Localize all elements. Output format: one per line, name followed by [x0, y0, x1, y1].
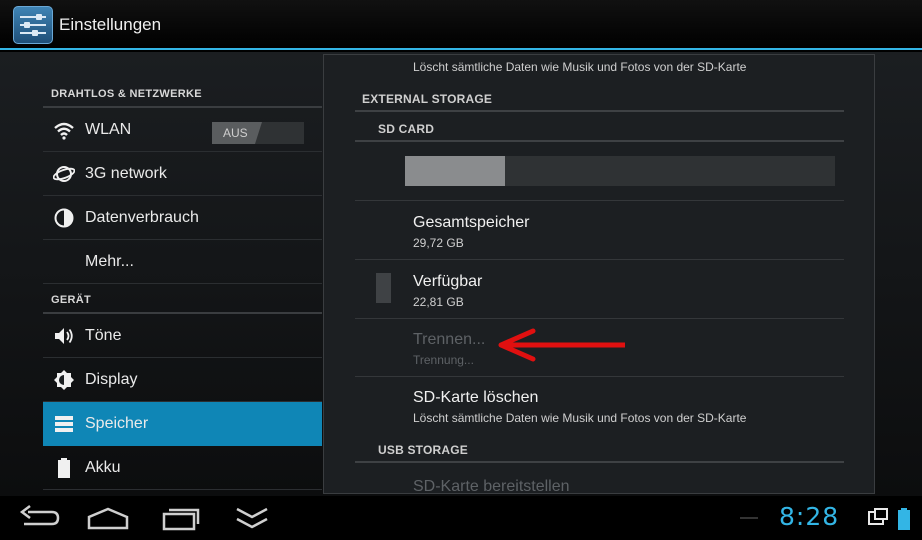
- red-arrow-annotation: [498, 328, 625, 362]
- brightness-icon: [54, 370, 74, 390]
- recent-apps-icon[interactable]: [156, 502, 204, 534]
- wifi-icon: [54, 122, 74, 140]
- speaker-icon: [55, 328, 73, 344]
- hide-keyboard-icon[interactable]: [228, 502, 276, 534]
- category-sd-card: SD CARD: [378, 122, 435, 136]
- pref-summary: Löscht sämtliche Daten wie Musik und Fot…: [413, 411, 747, 425]
- settings-item-label: 3G network: [85, 165, 167, 182]
- settings-item-more[interactable]: Mehr...: [43, 240, 322, 284]
- back-icon[interactable]: [14, 502, 62, 534]
- status-clock[interactable]: 8:28: [779, 502, 839, 531]
- storage-usage-fill: [405, 156, 506, 186]
- section-header-device: GERÄT: [51, 294, 91, 306]
- pref-value: 22,81 GB: [413, 295, 464, 309]
- settings-item-label: Akku: [85, 459, 121, 476]
- section-header-wireless: DRAHTLOS & NETZWERKE: [51, 88, 202, 100]
- content-area: DRAHTLOS & NETZWERKE WLAN AUS 3G network: [0, 52, 922, 496]
- settings-item-label: Speicher: [85, 415, 149, 432]
- notification-dash: [740, 517, 758, 519]
- category-external-storage: EXTERNAL STORAGE: [362, 92, 493, 106]
- settings-list: DRAHTLOS & NETZWERKE WLAN AUS 3G network: [43, 52, 322, 496]
- settings-item-label: Datenverbrauch: [85, 209, 199, 226]
- settings-sliders-icon[interactable]: [13, 6, 53, 44]
- settings-item-label: Töne: [85, 327, 122, 344]
- storage-icon: [55, 416, 73, 432]
- pref-title: Gesamtspeicher: [413, 214, 530, 231]
- divider: [355, 318, 844, 319]
- screenshot-icon: [868, 508, 888, 525]
- settings-item-battery[interactable]: Akku: [43, 446, 322, 490]
- settings-item-wlan[interactable]: WLAN AUS: [43, 108, 322, 152]
- pref-value: 29,72 GB: [413, 236, 464, 250]
- settings-item-data-usage[interactable]: Datenverbrauch: [43, 196, 322, 240]
- settings-item-label: WLAN: [85, 121, 132, 138]
- settings-item-display[interactable]: Display: [43, 358, 322, 402]
- settings-item-label: Mehr...: [85, 253, 134, 270]
- pref-summary: Trennung...: [413, 353, 474, 367]
- settings-item-3g-network[interactable]: 3G network: [43, 152, 322, 196]
- divider: [355, 461, 844, 463]
- globe-icon: [53, 166, 75, 182]
- pref-title: SD-Karte bereitstellen: [413, 478, 570, 494]
- storage-panel: Löscht sämtliche Daten wie Musik und Fot…: [323, 54, 875, 494]
- navigation-bar: 8:28: [0, 496, 922, 540]
- divider: [355, 259, 844, 260]
- available-color-swatch: [376, 273, 391, 303]
- pref-title: Trennen...: [413, 331, 486, 348]
- home-icon[interactable]: [84, 502, 132, 534]
- wlan-toggle[interactable]: AUS: [212, 122, 304, 144]
- pref-title: Verfügbar: [413, 273, 483, 290]
- settings-item-storage[interactable]: Speicher: [43, 402, 322, 446]
- settings-item-sounds[interactable]: Töne: [43, 314, 322, 358]
- app-title: Einstellungen: [59, 15, 162, 34]
- divider: [355, 140, 844, 142]
- action-bar: Einstellungen: [0, 0, 922, 50]
- pie-chart-icon: [54, 208, 74, 228]
- battery-status-icon: [898, 508, 910, 530]
- toggle-label: AUS: [223, 126, 248, 140]
- storage-usage-bar: [405, 156, 835, 186]
- settings-item-label: Display: [85, 371, 138, 388]
- divider: [355, 376, 844, 377]
- battery-icon: [58, 458, 70, 478]
- category-usb-storage: USB STORAGE: [378, 443, 468, 457]
- divider: [355, 200, 844, 201]
- pref-title: SD-Karte löschen: [413, 389, 539, 406]
- divider: [355, 110, 844, 112]
- previous-item-summary: Löscht sämtliche Daten wie Musik und Fot…: [413, 60, 747, 74]
